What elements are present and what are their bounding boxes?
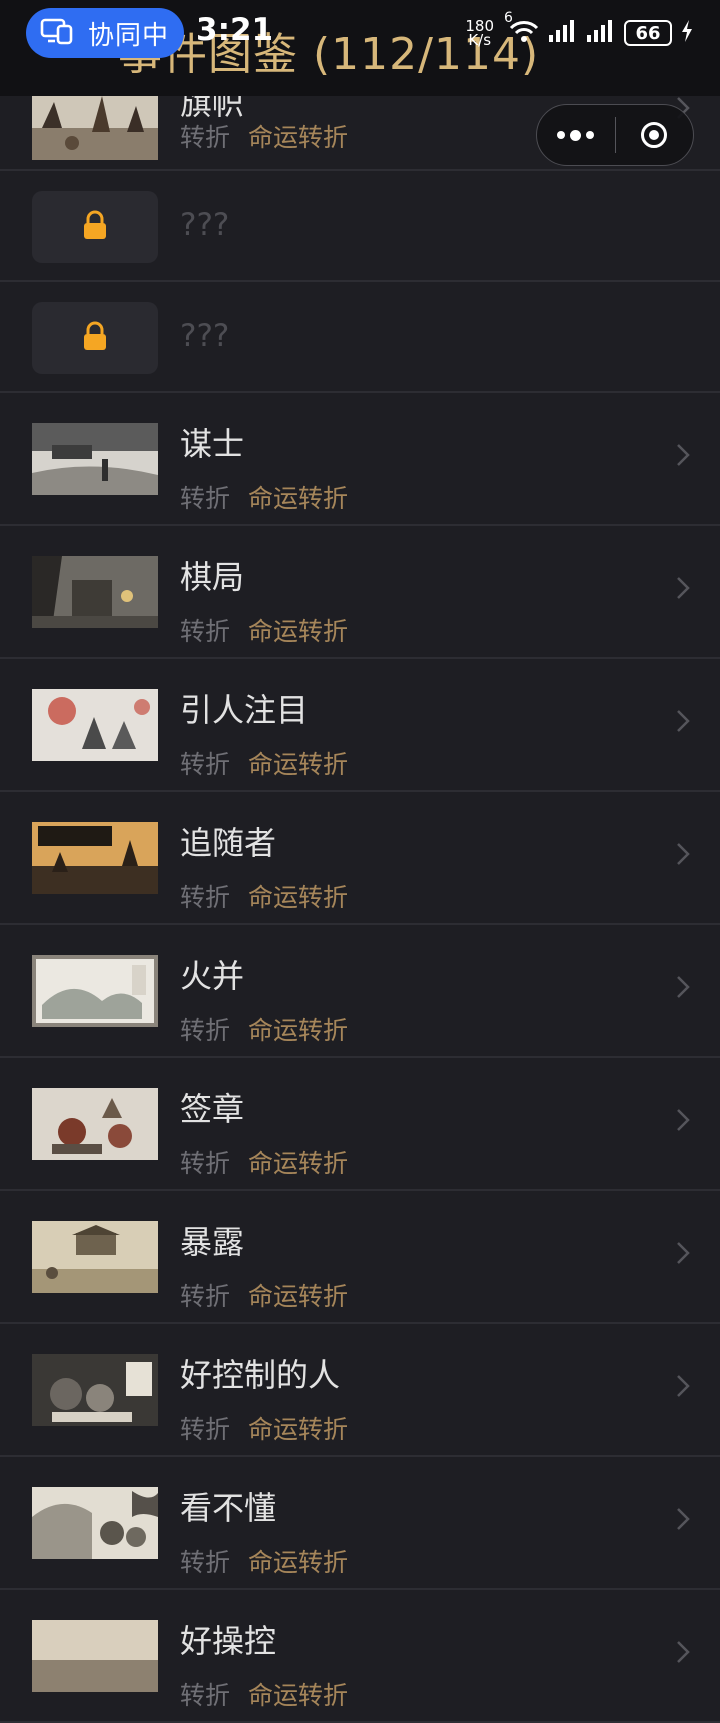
event-category: 转折 [180,484,231,513]
chevron-right-icon [676,975,690,999]
chevron-right-icon [676,1640,690,1664]
event-name: 谋士 [180,425,245,463]
event-category: 转折 [180,883,231,912]
event-tag: 命运转折 [248,883,349,912]
event-name: 追随者 [180,824,277,862]
event-thumbnail [32,955,158,1027]
event-name: 暴露 [180,1223,245,1261]
chevron-right-icon [676,443,690,467]
event-tag: 命运转折 [248,1016,349,1045]
event-category: 转折 [180,1681,231,1710]
charging-icon [680,19,694,47]
event-thumbnail [32,689,158,761]
event-name: 棋局 [180,558,245,596]
event-tag: 命运转折 [248,617,349,646]
miniprogram-capsule [536,104,694,166]
event-tag: 命运转折 [248,484,349,513]
event-tag: 命运转折 [248,750,349,779]
signal-icon [548,19,578,47]
event-category: 转折 [180,1149,231,1178]
event-name: 好操控 [180,1622,277,1660]
locked-thumbnail [32,191,158,263]
chevron-right-icon [676,842,690,866]
devices-icon [40,17,74,49]
list-item[interactable]: 谋士 转折 命运转折 [0,393,720,526]
event-tag: 命运转折 [248,1149,349,1178]
list-item[interactable]: 火并 转折 命运转折 [0,925,720,1058]
locked-name: ??? [180,318,230,354]
locked-name: ??? [180,207,230,243]
network-speed-unit: K/s [468,31,492,49]
event-tag: 命运转折 [248,123,349,152]
list-item[interactable]: 签章 转折 命运转折 [0,1058,720,1191]
event-thumbnail [32,1487,158,1559]
cowork-pill[interactable]: 协同中 [26,8,184,58]
list-item-locked: ??? [0,171,720,282]
chevron-right-icon [676,1507,690,1531]
list-item[interactable]: 暴露 转折 命运转折 [0,1191,720,1324]
event-category: 转折 [180,1282,231,1311]
event-tag: 命运转折 [248,1282,349,1311]
event-name: 火并 [180,957,245,995]
close-target-icon[interactable] [616,105,694,165]
chevron-right-icon [676,709,690,733]
list-item[interactable]: 追随者 转折 命运转折 [0,792,720,925]
cowork-label: 协同中 [88,20,170,51]
event-name: 好控制的人 [180,1356,341,1394]
event-name: 看不懂 [180,1489,277,1527]
network-generation: 6 [504,10,513,26]
event-tag: 命运转折 [248,1548,349,1577]
list-item[interactable]: 引人注目 转折 命运转折 [0,659,720,792]
lock-icon [82,210,108,244]
locked-thumbnail [32,302,158,374]
wifi-icon: 6 [504,10,540,48]
event-thumbnail [32,1221,158,1293]
event-list: 旗帜 转折 命运转折 ??? ??? 谋士 转折 命运转折 棋局 转折 命运转折… [0,36,720,1723]
event-tag: 命运转折 [248,1415,349,1444]
chevron-right-icon [676,1108,690,1132]
battery-icon: 66 [624,20,672,46]
event-category: 转折 [180,1016,231,1045]
event-thumbnail [32,1088,158,1160]
status-time: 3:21 [196,12,274,48]
event-category: 转折 [180,123,231,152]
list-item-locked: ??? [0,282,720,393]
event-tag: 命运转折 [248,1681,349,1710]
network-speed: 180 K/s [465,19,494,49]
event-thumbnail [32,423,158,495]
event-category: 转折 [180,617,231,646]
event-category: 转折 [180,1548,231,1577]
event-category: 转折 [180,750,231,779]
list-item[interactable]: 好控制的人 转折 命运转折 [0,1324,720,1457]
chevron-right-icon [676,1241,690,1265]
event-thumbnail [32,1354,158,1426]
event-thumbnail [32,822,158,894]
status-icons: 180 K/s 6 66 [465,10,694,50]
event-category: 转折 [180,1415,231,1444]
lock-icon [82,321,108,355]
list-item[interactable]: 看不懂 转折 命运转折 [0,1457,720,1590]
chevron-right-icon [676,576,690,600]
event-name: 引人注目 [180,691,309,729]
event-name: 签章 [180,1090,245,1128]
event-thumbnail [32,1620,158,1692]
list-item[interactable]: 好操控 转折 命运转折 [0,1590,720,1723]
event-thumbnail [32,556,158,628]
list-item[interactable]: 棋局 转折 命运转折 [0,526,720,659]
signal-icon-2 [586,19,616,47]
event-thumbnail [32,88,158,160]
more-icon[interactable] [537,105,615,165]
chevron-right-icon [676,1374,690,1398]
